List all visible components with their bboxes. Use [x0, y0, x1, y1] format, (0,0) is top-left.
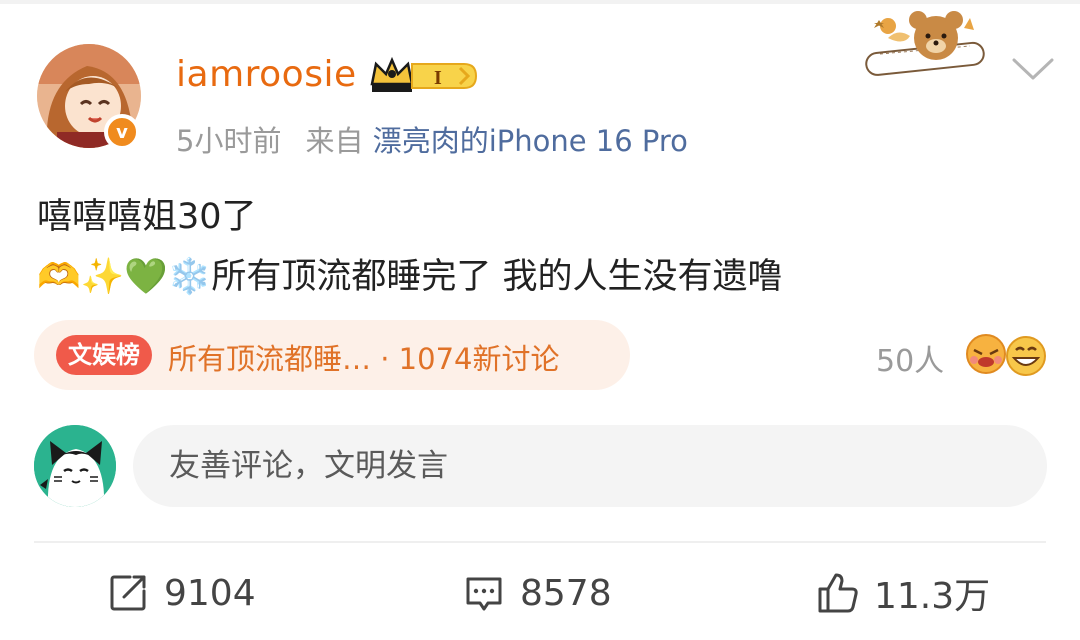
topic-title: 所有顶流都睡…: [168, 342, 372, 376]
like-count: 11.3万: [874, 576, 991, 617]
comment-count: 8578: [520, 572, 612, 614]
top-divider: [0, 0, 1080, 4]
topic-separator: ·: [380, 342, 390, 376]
actions-divider: [34, 541, 1046, 543]
comment-icon: [466, 577, 502, 611]
like-button[interactable]: 11.3万: [816, 568, 990, 618]
topic-link[interactable]: 文娱榜 所有顶流都睡… · 1074新讨论: [34, 320, 630, 390]
device-link[interactable]: 漂亮肉的iPhone 16 Pro: [373, 124, 688, 158]
bear-sticker-icon: [860, 8, 988, 90]
vip-level: I: [434, 67, 442, 89]
share-button[interactable]: 9104: [106, 568, 256, 618]
username[interactable]: iamroosie: [176, 54, 357, 95]
verified-badge-icon: v: [104, 114, 140, 150]
thumbs-up-icon: [818, 573, 858, 613]
chevron-down-icon[interactable]: [1010, 54, 1056, 84]
crown-vip-icon[interactable]: I: [368, 54, 480, 98]
comment-button[interactable]: 8578: [462, 568, 612, 618]
source-prefix: 来自: [305, 124, 364, 158]
reaction-count[interactable]: 50人: [876, 336, 944, 380]
post-meta: 5小时前 来自 漂亮肉的iPhone 16 Pro: [176, 118, 688, 160]
comment-input[interactable]: [133, 425, 1047, 507]
commenter-avatar[interactable]: [34, 425, 116, 507]
post-time: 5小时前: [176, 124, 282, 158]
post-text-line-2: 🫶✨💚❄️所有顶流都睡完了 我的人生没有遗噜: [37, 257, 783, 297]
reaction-faces-icon[interactable]: [962, 330, 1048, 378]
topic-discussion-count: 1074新讨论: [398, 342, 560, 376]
share-icon: [110, 575, 146, 611]
topic-tag: 文娱榜: [56, 335, 152, 375]
share-count: 9104: [164, 572, 256, 614]
post-text-line-1: 嘻嘻嘻姐30了: [37, 197, 257, 237]
topic-text: 所有顶流都睡… · 1074新讨论: [168, 336, 559, 378]
